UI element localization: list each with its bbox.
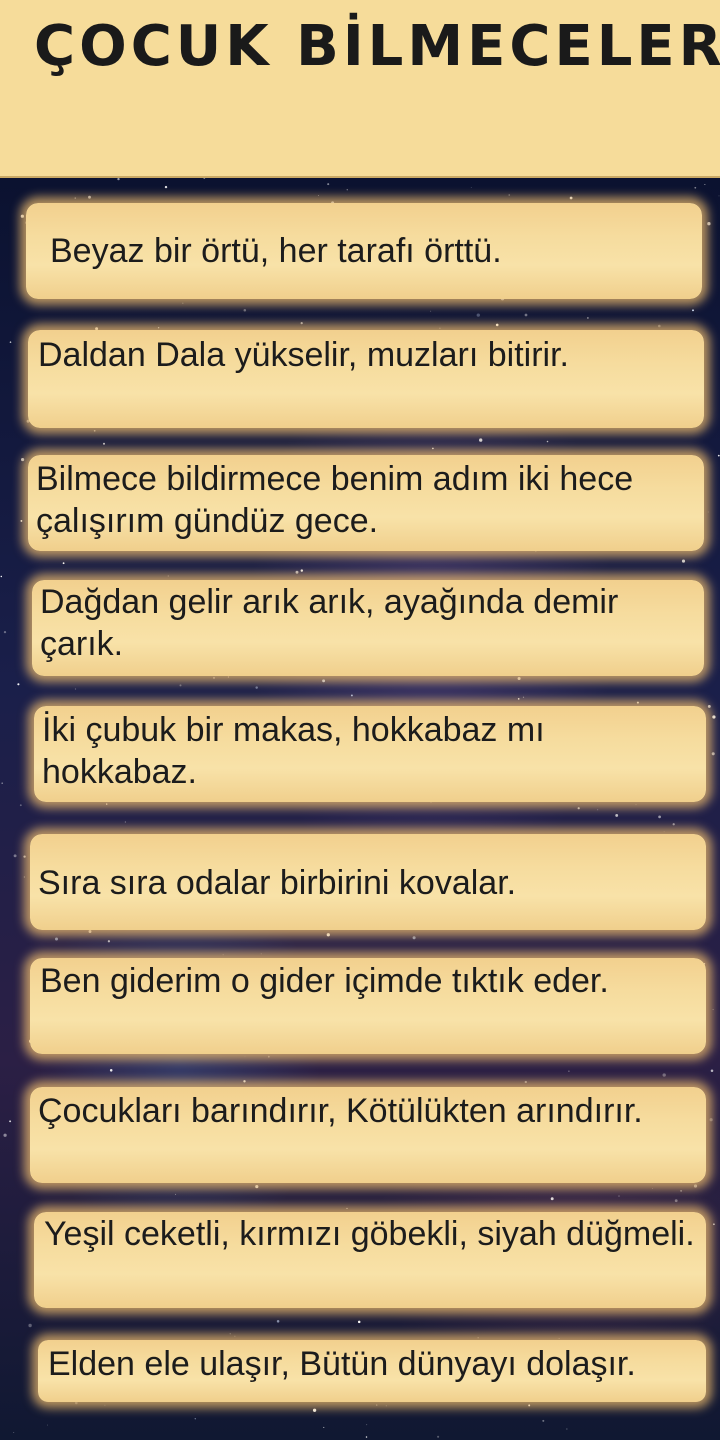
riddle-text: Sıra sıra odalar birbirini kovalar. xyxy=(38,864,517,902)
riddle-text: Beyaz bir örtü, her tarafı örttü. xyxy=(50,232,502,270)
app-header: ÇOCUK BİLMECELERİ xyxy=(0,0,720,178)
riddle-card-6[interactable]: Sıra sıra odalar birbirini kovalar. xyxy=(30,834,706,930)
riddle-card-5[interactable]: İki çubuk bir makas, hokkabaz mı hokkaba… xyxy=(34,706,706,802)
riddle-text: İki çubuk bir makas, hokkabaz mı hokkaba… xyxy=(42,711,545,791)
riddle-text: Ben giderim o gider içimde tıktık eder. xyxy=(40,962,609,1000)
riddle-card-7[interactable]: Ben giderim o gider içimde tıktık eder. xyxy=(30,958,706,1054)
riddle-card-4[interactable]: Dağdan gelir arık arık, ayağında demir ç… xyxy=(32,580,704,676)
riddle-card-1[interactable]: Beyaz bir örtü, her tarafı örttü. xyxy=(26,203,702,299)
riddle-text: Elden ele ulaşır, Bütün dünyayı dolaşır. xyxy=(48,1345,636,1383)
riddle-text: Dağdan gelir arık arık, ayağında demir ç… xyxy=(40,583,619,663)
app-title: ÇOCUK BİLMECELERİ xyxy=(34,14,720,79)
riddle-card-10[interactable]: Elden ele ulaşır, Bütün dünyayı dolaşır. xyxy=(38,1340,706,1402)
riddle-text: Çocukları barındırır, Kötülükten arındır… xyxy=(38,1092,643,1130)
riddle-card-2[interactable]: Daldan Dala yükselir, muzları bitirir. xyxy=(28,330,704,428)
riddle-text: Daldan Dala yükselir, muzları bitirir. xyxy=(38,336,569,374)
riddle-card-8[interactable]: Çocukları barındırır, Kötülükten arındır… xyxy=(30,1087,706,1183)
riddle-card-9[interactable]: Yeşil ceketli, kırmızı göbekli, siyah dü… xyxy=(34,1212,706,1308)
riddle-text: Yeşil ceketli, kırmızı göbekli, siyah dü… xyxy=(44,1215,695,1253)
riddle-card-3[interactable]: Bilmece bildirmece benim adım iki hece ç… xyxy=(28,455,704,551)
riddle-text: Bilmece bildirmece benim adım iki hece ç… xyxy=(36,460,634,540)
